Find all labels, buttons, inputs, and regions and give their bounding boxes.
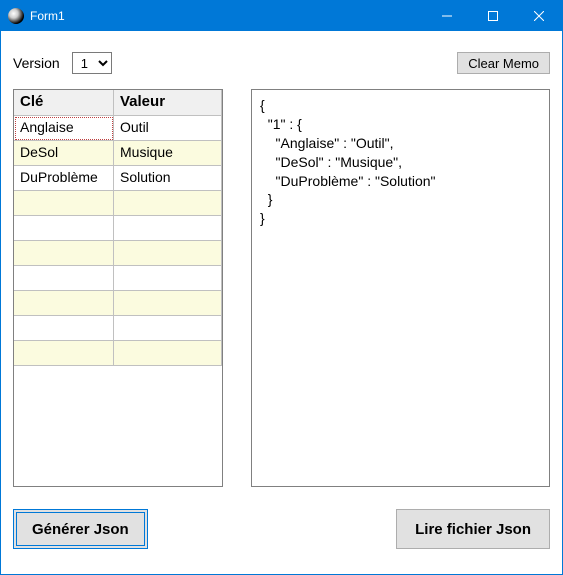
cell-key[interactable]: [14, 316, 114, 341]
window-title: Form1: [30, 9, 424, 23]
table-row[interactable]: DeSolMusique: [14, 141, 222, 166]
grid-header-key: Clé: [14, 90, 114, 116]
window-buttons: [424, 1, 562, 31]
cell-key[interactable]: [14, 291, 114, 316]
cell-value[interactable]: [114, 291, 222, 316]
cell-key[interactable]: [14, 341, 114, 366]
data-grid[interactable]: Clé Valeur AnglaiseOutilDeSolMusiqueDuPr…: [13, 89, 223, 487]
table-row[interactable]: AnglaiseOutil: [14, 116, 222, 141]
maximize-button[interactable]: [470, 1, 516, 31]
table-row[interactable]: [14, 341, 222, 366]
generate-json-button[interactable]: Générer Json: [13, 509, 148, 549]
cell-key[interactable]: DuProblème: [14, 166, 114, 191]
cell-value[interactable]: [114, 341, 222, 366]
table-row[interactable]: [14, 241, 222, 266]
cell-key[interactable]: [14, 191, 114, 216]
table-row[interactable]: [14, 291, 222, 316]
cell-key[interactable]: [14, 241, 114, 266]
cell-value[interactable]: [114, 316, 222, 341]
app-icon: [8, 8, 24, 24]
spacer: [148, 509, 396, 549]
grid-body: AnglaiseOutilDeSolMusiqueDuProblèmeSolut…: [14, 116, 222, 486]
table-row[interactable]: [14, 191, 222, 216]
version-select[interactable]: 1: [72, 52, 112, 74]
cell-value[interactable]: [114, 191, 222, 216]
clear-memo-button[interactable]: Clear Memo: [457, 52, 550, 74]
cell-key[interactable]: DeSol: [14, 141, 114, 166]
titlebar: Form1: [1, 1, 562, 31]
read-json-file-button[interactable]: Lire fichier Json: [396, 509, 550, 549]
grid-header-row: Clé Valeur: [14, 90, 222, 116]
table-row[interactable]: [14, 316, 222, 341]
grid-header-value: Valeur: [114, 90, 222, 116]
minimize-button[interactable]: [424, 1, 470, 31]
cell-value[interactable]: [114, 241, 222, 266]
maximize-icon: [488, 11, 498, 21]
table-row[interactable]: [14, 266, 222, 291]
memo[interactable]: { "1" : { "Anglaise" : "Outil", "DeSol" …: [251, 89, 550, 487]
table-row[interactable]: [14, 216, 222, 241]
top-row: Version 1 Clear Memo: [13, 43, 550, 83]
middle-row: Clé Valeur AnglaiseOutilDeSolMusiqueDuPr…: [13, 89, 550, 487]
cell-key[interactable]: Anglaise: [14, 116, 114, 141]
cell-value[interactable]: [114, 216, 222, 241]
cell-key[interactable]: [14, 266, 114, 291]
bottom-row: Générer Json Lire fichier Json: [13, 509, 550, 549]
version-label: Version: [13, 55, 60, 71]
close-icon: [534, 11, 544, 21]
cell-value[interactable]: [114, 266, 222, 291]
cell-value[interactable]: Solution: [114, 166, 222, 191]
client-area: Version 1 Clear Memo Clé Valeur Anglaise…: [1, 31, 562, 574]
close-button[interactable]: [516, 1, 562, 31]
cell-value[interactable]: Musique: [114, 141, 222, 166]
cell-key[interactable]: [14, 216, 114, 241]
minimize-icon: [442, 11, 452, 21]
cell-value[interactable]: Outil: [114, 116, 222, 141]
table-row[interactable]: DuProblèmeSolution: [14, 166, 222, 191]
